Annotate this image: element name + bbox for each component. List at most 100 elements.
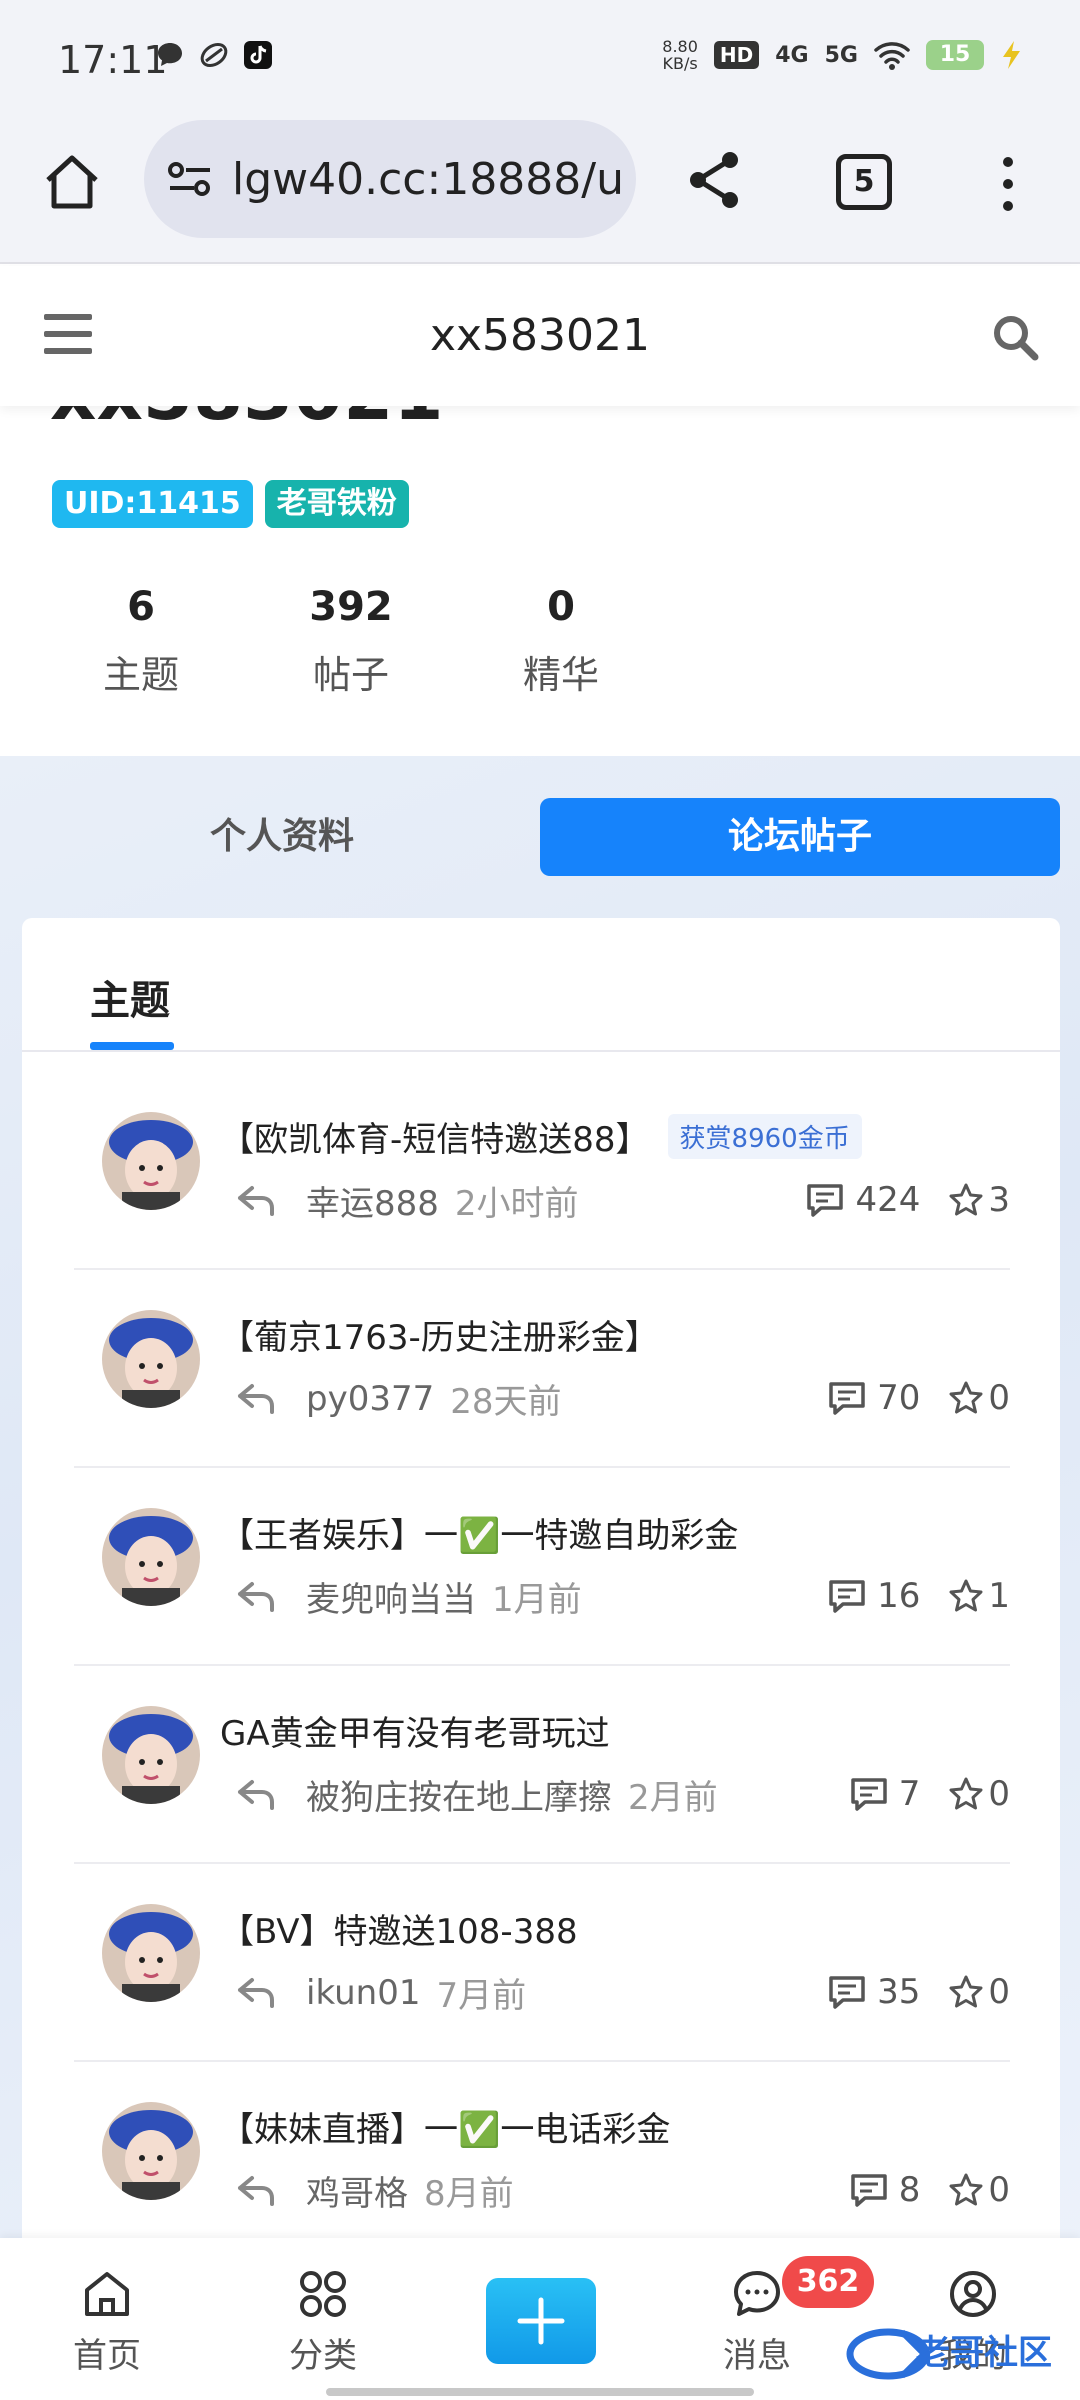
comment-count: 8 (898, 2170, 921, 2210)
avatar-image (102, 1508, 200, 1606)
signal-4g-icon: 4G (775, 42, 809, 68)
topic-title[interactable]: 【妹妹直播】一✅一电话彩金 (220, 2102, 670, 2151)
browser-toolbar: lgw40.cc:18888/u 5 (0, 118, 1080, 264)
stat-topics[interactable]: 6 主题 (36, 584, 246, 699)
last-reply-user[interactable]: 幸运888 (306, 1176, 439, 1225)
url-bar[interactable]: lgw40.cc:18888/u (144, 120, 636, 238)
unread-count-badge: 362 (782, 2256, 874, 2308)
topic-meta: 鸡哥格 8月前 (236, 2166, 514, 2215)
avatar-image (102, 1112, 200, 1210)
last-reply-user[interactable]: 被狗庄按在地上摩擦 (306, 1770, 612, 1819)
avatar[interactable] (102, 1706, 200, 1804)
topic-title[interactable]: GA黄金甲有没有老哥玩过 (220, 1706, 610, 1755)
topic-row[interactable]: 【BV】特邀送108-388 ikun01 7月前 35 0 (74, 1864, 1010, 2062)
nav-home[interactable]: 首页 (42, 2268, 172, 2377)
grid-icon (300, 2271, 346, 2317)
hd-voice-icon: HD (713, 41, 760, 69)
comment-icon (829, 1580, 865, 1613)
star-count: 1 (988, 1576, 1010, 1616)
avatar[interactable] (102, 1508, 200, 1606)
avatar[interactable] (102, 1310, 200, 1408)
home-icon[interactable] (40, 150, 104, 214)
star-count: 0 (988, 1774, 1010, 1814)
tab-switcher-button[interactable]: 5 (836, 154, 892, 210)
topic-list-card: 主题 【欧凯体育-短信特邀送88】 获赏8960金币 幸运888 2小时前 42… (22, 918, 1060, 2400)
plus-icon (517, 2297, 565, 2345)
reply-icon (238, 1977, 274, 2008)
reply-icon (238, 1779, 274, 1810)
topic-row[interactable]: 【欧凯体育-短信特邀送88】 获赏8960金币 幸运888 2小时前 424 3 (74, 1072, 1010, 1270)
chat-bubble-icon (158, 43, 182, 66)
star-icon (949, 1975, 983, 2008)
topic-counts: 424 3 (805, 1180, 1010, 1220)
topic-row[interactable]: 【王者娱乐】一✅一特邀自助彩金 麦兜响当当 1月前 16 1 (74, 1468, 1010, 1666)
avatar[interactable] (102, 1112, 200, 1210)
last-reply-time: 28天前 (450, 1382, 562, 1422)
more-menu-icon[interactable] (996, 154, 1020, 214)
stat-featured[interactable]: 0 精华 (456, 584, 666, 699)
watermark-logo: 老哥社区 (846, 2328, 1052, 2380)
last-reply-user[interactable]: 鸡哥格 (306, 2166, 408, 2215)
network-speed: 8.80 KB/s (662, 37, 698, 73)
topic-meta: 被狗庄按在地上摩擦 2月前 (236, 1770, 718, 1819)
star-icon (949, 1579, 983, 1612)
stat-posts[interactable]: 392 帖子 (246, 584, 456, 699)
last-reply-user[interactable]: ikun01 (306, 1973, 420, 2013)
last-reply-time: 2小时前 (454, 1184, 579, 1224)
topic-row[interactable]: 【葡京1763-历史注册彩金】 py0377 28天前 70 0 (74, 1270, 1010, 1468)
reward-badge: 获赏8960金币 (667, 1114, 862, 1159)
topic-title[interactable]: 【BV】特邀送108-388 (220, 1904, 578, 1953)
star-count: 0 (988, 1972, 1010, 2012)
topic-counts: 35 0 (827, 1972, 1010, 2012)
avatar[interactable] (102, 1904, 200, 2002)
divider (22, 1050, 1060, 1052)
charging-bolt-icon (1003, 41, 1020, 69)
status-time: 17:11 (58, 38, 168, 82)
last-reply-user[interactable]: 麦兜响当当 (306, 1572, 476, 1621)
comment-icon (850, 2174, 887, 2207)
nav-category[interactable]: 分类 (258, 2268, 388, 2377)
app-leaf-icon (200, 43, 228, 67)
topic-row[interactable]: GA黄金甲有没有老哥玩过 被狗庄按在地上摩擦 2月前 7 0 (74, 1666, 1010, 1864)
topic-meta: 麦兜响当当 1月前 (236, 1572, 582, 1621)
topic-row[interactable]: 【妹妹直播】一✅一电话彩金 鸡哥格 8月前 8 0 (74, 2062, 1010, 2260)
home-indicator[interactable] (326, 2388, 754, 2396)
search-icon[interactable] (990, 312, 1040, 362)
star-icon (949, 2173, 983, 2206)
tab-topics[interactable]: 主题 (90, 968, 170, 1026)
url-text[interactable]: lgw40.cc:18888/u (232, 154, 624, 205)
topic-meta: ikun01 7月前 (236, 1968, 526, 2017)
avatar[interactable] (102, 2102, 200, 2200)
share-icon[interactable] (680, 146, 748, 214)
topic-title[interactable]: 【欧凯体育-短信特邀送88】 获赏8960金币 (220, 1112, 862, 1161)
last-reply-time: 7月前 (436, 1976, 527, 2016)
profile-stats: 6 主题 392 帖子 0 精华 (36, 584, 666, 699)
tab-active-indicator (90, 1042, 174, 1050)
reply-icon (238, 1581, 274, 1612)
topic-counts: 16 1 (827, 1576, 1010, 1616)
avatar-image (102, 1706, 200, 1804)
star-count: 0 (988, 1378, 1010, 1418)
battery-icon: 15 (926, 40, 984, 70)
comment-count: 70 (877, 1378, 921, 1418)
topic-counts: 70 0 (827, 1378, 1010, 1418)
comment-icon (807, 1184, 844, 1217)
new-post-button[interactable] (486, 2278, 596, 2364)
site-settings-icon[interactable] (166, 159, 214, 199)
avatar-image (102, 1904, 200, 2002)
avatar-image (102, 2102, 200, 2200)
avatar-image (102, 1310, 200, 1408)
star-icon (949, 1777, 983, 1810)
topic-title[interactable]: 【王者娱乐】一✅一特邀自助彩金 (220, 1508, 738, 1557)
comment-count: 35 (877, 1972, 921, 2012)
status-bar: 17:11 8.80 KB/s HD 4G 5G 15 (0, 0, 1080, 118)
topic-title[interactable]: 【葡京1763-历史注册彩金】 (220, 1310, 659, 1359)
tiktok-icon (244, 41, 272, 69)
last-reply-time: 1月前 (492, 1580, 582, 1620)
last-reply-user[interactable]: py0377 (306, 1379, 434, 1419)
tab-forum-posts[interactable]: 论坛帖子 (540, 798, 1060, 876)
reply-icon (238, 1185, 274, 1216)
topic-counts: 8 0 (849, 2170, 1010, 2210)
tab-profile-info[interactable]: 个人资料 (22, 798, 542, 876)
comment-icon (829, 1382, 865, 1415)
